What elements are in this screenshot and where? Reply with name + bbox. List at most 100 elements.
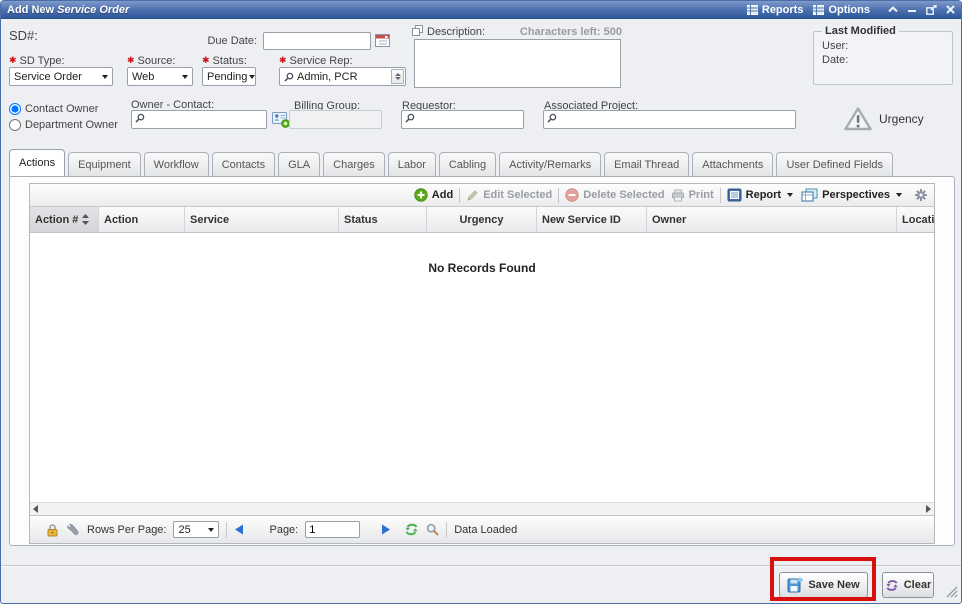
requestor-input[interactable] (401, 110, 524, 129)
pager-status-text: Data Loaded (454, 524, 517, 536)
column-header-service[interactable]: Service (185, 207, 339, 232)
required-icon: ✱ (202, 55, 210, 65)
sd-number-label: SD#: (9, 28, 38, 43)
status-select[interactable]: Pending (202, 67, 256, 86)
clear-button[interactable]: Clear (882, 572, 934, 598)
column-header-action[interactable]: Action (99, 207, 185, 232)
tab-labor[interactable]: Labor (388, 152, 436, 176)
sd-type-select[interactable]: Service Order (9, 67, 113, 86)
required-icon: ✱ (9, 55, 17, 65)
rows-per-page-label: Rows Per Page: (87, 524, 166, 536)
titlebar: Add New Service Order Reports Options (1, 1, 961, 19)
urgency-label: Urgency (879, 112, 924, 126)
popout-icon[interactable] (926, 5, 937, 15)
tab-actions[interactable]: Actions (9, 149, 65, 176)
tab-equipment[interactable]: Equipment (68, 152, 141, 176)
scroll-left-icon[interactable] (33, 505, 38, 513)
last-modified-user-label: User: (822, 40, 944, 52)
horizontal-scrollbar[interactable] (30, 502, 934, 515)
column-header-urgency[interactable]: Urgency (427, 207, 537, 232)
lock-icon[interactable] (46, 523, 59, 537)
column-header-status[interactable]: Status (339, 207, 427, 232)
service-order-window: Add New Service Order Reports Options SD… (0, 0, 962, 604)
chevron-down-icon (208, 528, 214, 532)
chevron-down-icon (249, 75, 255, 79)
scroll-right-icon[interactable] (926, 505, 931, 513)
options-button[interactable]: Options (813, 4, 870, 16)
due-date-input[interactable] (263, 32, 371, 50)
actions-grid: Add Edit Selected Delete Selected Print (29, 183, 935, 544)
tab-cabling[interactable]: Cabling (439, 152, 496, 176)
resize-grip-icon[interactable] (944, 584, 958, 601)
required-icon: ✱ (279, 55, 287, 65)
perspectives-menu-button[interactable]: Perspectives (801, 188, 904, 203)
tab-workflow[interactable]: Workflow (144, 152, 209, 176)
rows-per-page-select[interactable]: 25 (173, 521, 219, 538)
report-menu-button[interactable]: Report (727, 188, 795, 202)
zoom-search-icon[interactable] (426, 523, 439, 536)
add-button[interactable]: Add (414, 188, 453, 202)
clear-icon (885, 579, 899, 592)
page-number-input[interactable] (305, 521, 360, 538)
save-icon (787, 577, 803, 593)
tab-charges[interactable]: Charges (323, 152, 385, 176)
tab-activity-remarks[interactable]: Activity/Remarks (499, 152, 601, 176)
chevron-down-icon (787, 193, 793, 197)
description-textarea[interactable] (414, 39, 621, 88)
department-owner-radio[interactable]: Department Owner (9, 119, 118, 131)
tab-gla[interactable]: GLA (278, 152, 320, 176)
column-header-owner[interactable]: Owner (647, 207, 897, 232)
report-icon (727, 188, 742, 202)
description-expand-icon[interactable] (412, 25, 423, 39)
sort-icon (82, 214, 89, 225)
previous-page-icon[interactable] (234, 524, 244, 535)
urgency-indicator[interactable]: Urgency (843, 106, 924, 132)
picker-trigger[interactable] (391, 69, 404, 84)
delete-icon (565, 188, 579, 202)
contact-owner-radio[interactable]: Contact Owner (9, 103, 98, 115)
report-grid-icon (747, 5, 758, 15)
reports-button[interactable]: Reports (747, 4, 804, 16)
last-modified-legend: Last Modified (822, 25, 899, 37)
column-header-new-service-id[interactable]: New Service ID (537, 207, 647, 232)
source-select[interactable]: Web (127, 67, 193, 86)
minimize-icon[interactable] (907, 6, 917, 13)
service-rep-combo[interactable]: Admin, PCR (279, 67, 406, 86)
printer-icon (671, 189, 685, 202)
last-modified-date-label: Date: (822, 54, 944, 66)
tab-contacts[interactable]: Contacts (212, 152, 275, 176)
calendar-icon[interactable] (374, 32, 391, 52)
owner-contact-input[interactable] (131, 110, 267, 129)
collapse-icon[interactable] (888, 6, 898, 13)
grid-settings-button[interactable] (914, 188, 928, 202)
delete-selected-button: Delete Selected (565, 188, 664, 202)
last-modified-panel: Last Modified User: Date: (813, 25, 953, 85)
refresh-icon[interactable] (404, 523, 419, 536)
sd-type-label: ✱SD Type: (9, 55, 65, 67)
perspectives-icon (801, 188, 818, 203)
column-header-action-number[interactable]: Action # (30, 207, 99, 232)
tab-attachments[interactable]: Attachments (692, 152, 773, 176)
edit-selected-button: Edit Selected (466, 189, 552, 202)
next-page-icon[interactable] (381, 524, 391, 535)
close-icon[interactable] (946, 5, 955, 14)
tab-user-defined-fields[interactable]: User Defined Fields (776, 152, 893, 176)
tab-email-thread[interactable]: Email Thread (604, 152, 689, 176)
chars-left-counter: Characters left: 500 (520, 26, 622, 38)
save-new-button[interactable]: Save New (779, 572, 868, 598)
status-label: ✱Status: (202, 55, 247, 67)
column-header-location[interactable]: Location (897, 207, 934, 232)
actions-tab-panel: Add Edit Selected Delete Selected Print (9, 176, 955, 546)
search-icon (284, 72, 294, 82)
wrench-icon[interactable] (66, 523, 80, 537)
footer-divider (1, 565, 962, 566)
associated-project-input[interactable] (543, 110, 796, 129)
options-grid-icon (813, 5, 824, 15)
chevron-down-icon (896, 193, 902, 197)
due-date-label: Due Date: (183, 35, 257, 47)
urgency-warning-icon (843, 106, 873, 132)
grid-header: Action # Action Service Status Urgency N… (30, 207, 934, 233)
gear-icon (914, 188, 928, 202)
contact-add-icon[interactable] (272, 111, 290, 131)
chevron-down-icon (182, 75, 188, 79)
